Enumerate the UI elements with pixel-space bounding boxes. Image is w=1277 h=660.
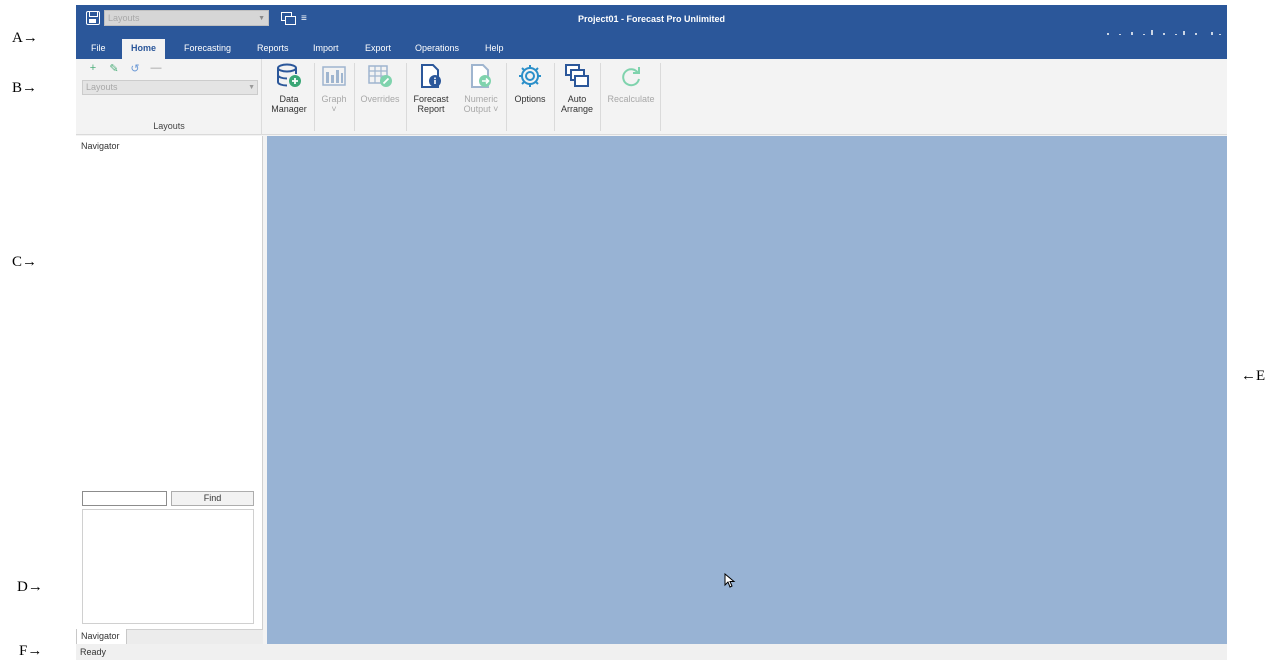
find-input[interactable] [82,491,167,506]
layouts-tools: + ✎ ↺ — [86,62,163,75]
table-edit-icon [367,63,393,89]
tab-export[interactable]: Export [356,39,400,59]
status-text: Ready [80,647,107,657]
tab-navigator[interactable]: Navigator [76,629,127,645]
annotation-f: F→ [19,643,43,659]
refresh-icon [618,63,644,89]
annotation-e: ←E [1241,368,1266,384]
overrides-button[interactable]: Overrides [356,63,404,133]
windows-cascade-icon [564,63,590,89]
workspace-area[interactable] [267,136,1227,644]
layouts-group: + ✎ ↺ — Layouts ▼ Layouts [76,59,262,135]
add-icon[interactable]: + [86,62,100,75]
forecast-report-button[interactable]: Forecast Report [408,63,454,133]
graph-label: Graph [321,94,347,104]
graph-button[interactable]: Graph ˅ [316,63,352,133]
ribbon-tab-bar: File Home Forecasting Reports Import Exp… [76,35,1227,59]
auto-arrange-label-1: Auto [567,94,587,104]
status-bar: Ready [76,644,1227,660]
options-label: Options [514,94,546,104]
ribbon: + ✎ ↺ — Layouts ▼ Layouts Data Manager G… [76,59,1227,135]
tab-import[interactable]: Import [304,39,348,59]
data-manager-label-2: Manager [271,104,307,114]
database-add-icon [276,63,302,89]
find-button[interactable]: Find [171,491,254,506]
title-bar: Layouts ▼ ≡ Project01 - Forecast Pro Unl… [76,5,1227,41]
tab-file[interactable]: File [82,39,115,59]
annotation-b: B→ [12,80,38,96]
recalculate-label: Recalculate [607,94,655,104]
navigator-tab-bar: Navigator [76,629,263,645]
layouts-group-label: Layouts [153,121,185,131]
recalculate-button[interactable]: Recalculate [602,63,660,133]
application-window: Layouts ▼ ≡ Project01 - Forecast Pro Unl… [76,5,1227,660]
annotation-c: C→ [12,254,38,270]
chevron-down-icon[interactable]: ˅ [316,104,352,114]
tab-operations[interactable]: Operations [406,39,468,59]
forecast-report-label-2: Report [417,104,445,114]
forecast-report-label-1: Forecast [413,94,449,104]
ribbon-separator [600,63,601,131]
undo-icon[interactable]: ↺ [128,62,142,75]
navigator-results-list[interactable] [82,509,254,624]
layouts-select-value: Layouts [86,82,118,92]
bar-chart-icon [321,63,347,89]
edit-icon[interactable]: ✎ [107,62,121,75]
numeric-output-button[interactable]: Numeric Output ˅ [458,63,504,133]
numeric-output-label-2: Output ˅ [463,104,499,114]
report-info-icon [418,63,444,89]
export-doc-icon [468,63,494,89]
data-manager-label-1: Data [279,94,299,104]
auto-arrange-label-2: Arrange [560,104,594,114]
tab-reports[interactable]: Reports [248,39,298,59]
chevron-down-icon[interactable]: ▼ [248,81,255,94]
ribbon-separator [506,63,507,131]
remove-icon[interactable]: — [149,62,163,75]
screenshot-root: A→ B→ C→ D→ ←E F→ Layouts ▼ ≡ Project01 … [0,0,1277,660]
tab-home[interactable]: Home [122,39,166,59]
numeric-output-label-1: Numeric [464,94,498,104]
annotation-d: D→ [17,579,43,595]
tab-forecasting[interactable]: Forecasting [175,39,240,59]
data-manager-button[interactable]: Data Manager [266,63,312,133]
window-title: Project01 - Forecast Pro Unlimited [577,14,726,24]
overrides-label: Overrides [360,94,400,104]
navigator-panel: Navigator Find Navigator [76,136,263,645]
mouse-pointer-icon [724,573,736,588]
ribbon-separator [660,63,661,131]
layouts-select[interactable]: Layouts ▼ [82,80,258,95]
gear-icon [517,63,543,89]
ribbon-separator [406,63,407,131]
ribbon-separator [554,63,555,131]
annotation-a: A→ [12,30,38,46]
tab-help[interactable]: Help [476,39,513,59]
auto-arrange-button[interactable]: Auto Arrange [556,63,598,133]
ribbon-separator [314,63,315,131]
navigator-title: Navigator [81,141,120,151]
ribbon-separator [354,63,355,131]
options-button[interactable]: Options [508,63,552,133]
